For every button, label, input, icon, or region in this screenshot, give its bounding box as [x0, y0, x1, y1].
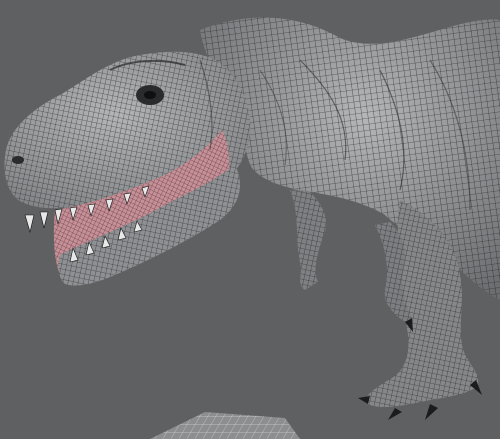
- ground-grid: [150, 412, 300, 439]
- hind-leg-far: [290, 188, 327, 290]
- nostril: [12, 156, 24, 164]
- viewport-canvas[interactable]: [0, 0, 500, 439]
- 3d-viewport[interactable]: [0, 0, 500, 439]
- dinosaur-head: [4, 51, 251, 286]
